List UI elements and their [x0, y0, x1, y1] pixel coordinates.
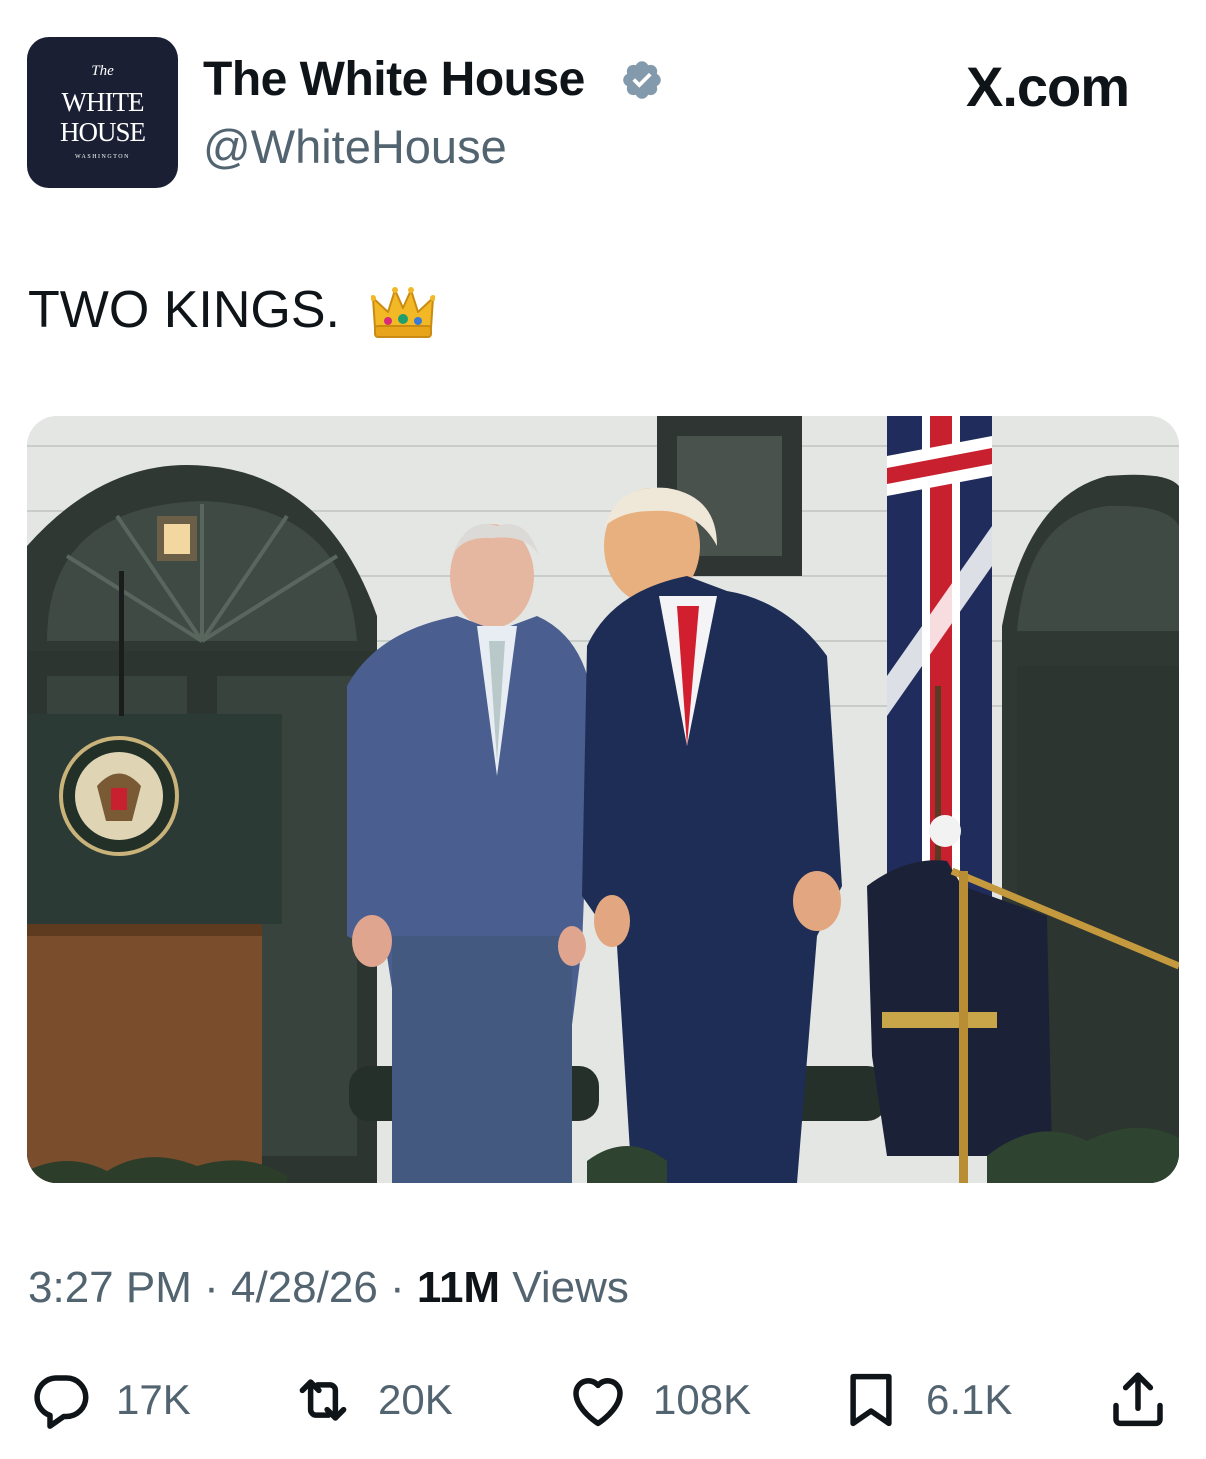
reply-count: 17K: [116, 1376, 191, 1423]
views-label: Views: [500, 1263, 629, 1312]
bookmark-icon: [850, 1373, 892, 1427]
photo-image: [27, 416, 1179, 1183]
x-brand-label: X.com: [966, 55, 1130, 118]
tweet-date[interactable]: 4/28/26: [231, 1263, 378, 1312]
author-handle[interactable]: @WhiteHouse: [203, 119, 507, 174]
repost-count: 20K: [378, 1376, 453, 1423]
bookmark-count: 6.1K: [926, 1376, 1013, 1423]
avatar-logo-text: HOUSE: [59, 117, 146, 147]
tweet-time[interactable]: 3:27 PM: [28, 1263, 192, 1312]
action-bar: 17K 20K 108K 6.1K: [0, 1365, 1206, 1435]
share-button[interactable]: [1105, 1365, 1171, 1435]
bookmark-button[interactable]: 6.1K: [838, 1365, 1012, 1435]
repost-button[interactable]: 20K: [290, 1365, 453, 1435]
avatar[interactable]: The WHITE HOUSE WASHINGTON: [27, 37, 178, 188]
reply-icon: [34, 1375, 89, 1429]
reply-button[interactable]: 17K: [28, 1365, 191, 1435]
share-icon: [1113, 1372, 1163, 1427]
verified-badge-icon: [623, 61, 661, 99]
tweet-meta: 3:27 PM · 4/28/26 · 11M Views: [28, 1263, 629, 1313]
meta-separator: ·: [191, 1263, 231, 1312]
heart-icon: [573, 1378, 623, 1427]
avatar-logo-text: WASHINGTON: [75, 154, 130, 160]
tweet-photo[interactable]: [27, 416, 1179, 1183]
like-button[interactable]: 108K: [565, 1365, 751, 1435]
views-count: 11M: [416, 1263, 501, 1312]
crown-icon: [371, 287, 435, 338]
avatar-logo-text: The: [91, 63, 114, 79]
author-name[interactable]: The White House: [203, 52, 585, 107]
repost-icon: [299, 1379, 347, 1421]
meta-separator: ·: [377, 1263, 417, 1312]
avatar-logo-text: WHITE: [61, 87, 145, 117]
tweet-text: TWO KINGS.: [28, 281, 340, 339]
like-count: 108K: [653, 1376, 752, 1423]
